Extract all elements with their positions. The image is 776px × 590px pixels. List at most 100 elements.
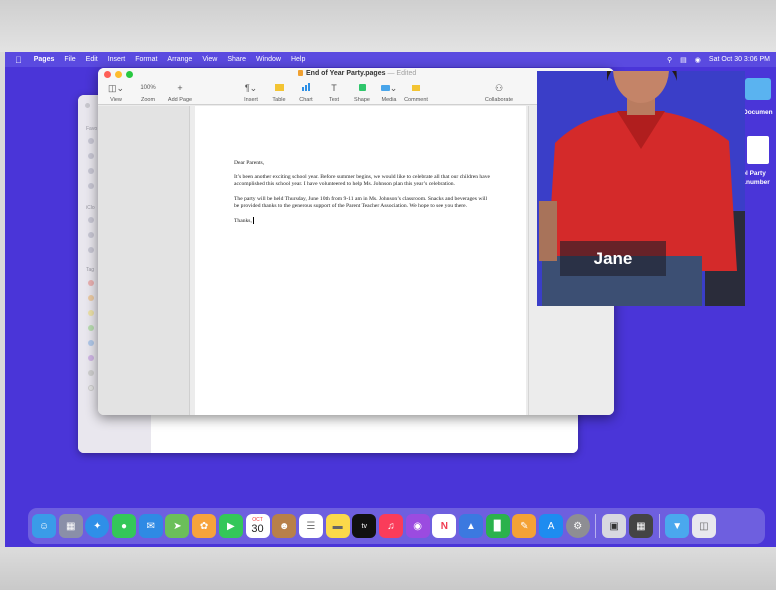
recents-icon[interactable] — [88, 153, 94, 159]
add-page-label: Add Page — [167, 97, 193, 103]
menu-file[interactable]: File — [64, 56, 75, 63]
all-tags-icon[interactable] — [88, 385, 94, 391]
numbers-file-icon[interactable] — [747, 136, 769, 164]
add-page-button[interactable]: + Add Page — [163, 82, 197, 103]
view-button[interactable]: ◫⌄ View — [99, 82, 133, 103]
letter-body[interactable]: Dear Parents, It’s been another exciting… — [234, 160, 492, 232]
menu-extras: ⚲ ▤ ◉ Sat Oct 30 3:06 PM — [667, 52, 770, 67]
dock-separator — [658, 514, 660, 538]
maps-app-icon[interactable]: ➤ — [165, 514, 190, 538]
mail-app-icon[interactable]: ✉ — [138, 514, 163, 538]
launchpad-app-icon[interactable]: ▦ — [58, 514, 83, 538]
comment-button[interactable]: Comment — [399, 82, 433, 103]
apple-tv-app-icon[interactable]: tv — [352, 514, 377, 538]
dock: ☺ ▦ ✦ ● ✉ ➤ ✿ ▶ OCT 30 ☻ ☰ ▬ tv ♫ ◉ N ▲ ▉… — [28, 508, 765, 544]
airdrop-icon[interactable] — [88, 138, 94, 144]
zoom-label: Zoom — [140, 97, 156, 103]
letter-paragraph-2: The party will be held Thursday, June 10… — [234, 195, 488, 209]
applications-icon[interactable] — [88, 168, 94, 174]
siri-icon[interactable]: ◉ — [695, 56, 701, 64]
keynote-app-icon[interactable]: ▲ — [459, 514, 483, 538]
menu-window[interactable]: Window — [256, 56, 281, 63]
calendar-app-icon[interactable]: OCT 30 — [245, 514, 270, 538]
zoom-button[interactable]: 100% Zoom — [131, 82, 165, 103]
documents-folder-label[interactable]: Documen — [743, 109, 773, 116]
tag-orange-icon[interactable] — [88, 295, 94, 301]
menu-share[interactable]: Share — [227, 56, 246, 63]
presenter-video: Jane — [537, 71, 745, 306]
menu-arrange[interactable]: Arrange — [167, 56, 192, 63]
tag-green-icon[interactable] — [88, 325, 94, 331]
contacts-app-icon[interactable]: ☻ — [272, 514, 297, 538]
minimize-button[interactable] — [115, 71, 122, 78]
tag-blue-icon[interactable] — [88, 340, 94, 346]
numbers-file-label-1[interactable]: ol Party — [742, 170, 766, 177]
letter-paragraph-1: It’s been another exciting school year. … — [234, 174, 490, 188]
numbers-app-icon[interactable]: ▉ — [485, 514, 510, 538]
view-label: View — [110, 97, 122, 103]
menu-pages[interactable]: Pages — [34, 56, 55, 63]
menu-bar:  Pages File Edit Insert Format Arrange … — [5, 52, 776, 67]
close-button[interactable] — [104, 71, 111, 78]
menu-help[interactable]: Help — [291, 56, 305, 63]
window-controls — [104, 71, 133, 78]
facetime-app-icon[interactable]: ▶ — [218, 514, 243, 538]
shared-icon[interactable] — [88, 232, 94, 238]
tag-purple-icon[interactable] — [88, 355, 94, 361]
dock-separator — [595, 514, 597, 538]
collaborate-label: Collaborate — [484, 97, 514, 103]
messages-app-icon[interactable]: ● — [112, 514, 137, 538]
zoom-window-button[interactable] — [126, 71, 133, 78]
frame-bottom — [0, 547, 776, 590]
documents-folder-icon[interactable] — [745, 78, 771, 100]
pages-app-icon[interactable]: ✎ — [512, 514, 537, 538]
zoom-value: 100% — [140, 85, 156, 91]
desktop-screen:  Pages File Edit Insert Format Arrange … — [5, 52, 776, 547]
finder-section-label: Favo — [86, 126, 98, 132]
notes-app-icon[interactable]: ▬ — [325, 514, 350, 538]
tag-gray-icon[interactable] — [88, 370, 94, 376]
tag-red-icon[interactable] — [88, 280, 94, 286]
podcasts-app-icon[interactable]: ◉ — [405, 514, 430, 538]
frame-top — [0, 0, 776, 52]
finder-section-label: iClo — [86, 205, 95, 211]
reminders-app-icon[interactable]: ☰ — [298, 514, 323, 538]
music-app-icon[interactable]: ♫ — [378, 514, 403, 538]
text-cursor — [252, 217, 254, 225]
menu-edit[interactable]: Edit — [86, 56, 98, 63]
calculator-app-icon[interactable]: ▦ — [628, 514, 653, 538]
close-button-inactive[interactable] — [85, 103, 90, 108]
edited-indicator[interactable]: — Edited — [387, 70, 416, 77]
system-preferences-app-icon[interactable]: ⚙ — [565, 514, 590, 538]
collaborate-button[interactable]: ⚇ Collaborate — [479, 82, 519, 103]
downloads-folder-icon[interactable]: ▼ — [665, 514, 690, 538]
safari-app-icon[interactable]: ✦ — [85, 514, 110, 538]
letter-closing: Thanks, — [234, 217, 252, 224]
tag-yellow-icon[interactable] — [88, 310, 94, 316]
spotlight-icon[interactable]: ⚲ — [667, 56, 672, 64]
page-thumbnails-pane — [98, 106, 190, 415]
menu-view[interactable]: View — [202, 56, 217, 63]
menu-clock[interactable]: Sat Oct 30 3:06 PM — [709, 56, 770, 63]
icloud-icon[interactable] — [88, 217, 94, 223]
desktop-icon[interactable] — [88, 183, 94, 189]
finder-app-icon[interactable]: ☺ — [32, 514, 56, 538]
document-title: End of Year Party.pages — Edited — [298, 70, 416, 77]
menu-insert[interactable]: Insert — [108, 56, 126, 63]
preview-app-icon[interactable]: ▣ — [602, 514, 627, 538]
comment-label: Comment — [404, 97, 428, 103]
menu-format[interactable]: Format — [135, 56, 157, 63]
presenter-name-tag: Jane — [560, 241, 666, 276]
document-page[interactable]: Dear Parents, It’s been another exciting… — [195, 106, 526, 415]
collaborate-icon: ⚇ — [494, 83, 504, 93]
view-icon: ◫⌄ — [107, 83, 125, 93]
plus-icon: + — [177, 83, 183, 93]
photos-app-icon[interactable]: ✿ — [192, 514, 217, 538]
numbers-file-label-2[interactable]: t.number — [742, 179, 770, 186]
news-app-icon[interactable]: N — [432, 514, 457, 538]
location-icon[interactable] — [88, 247, 94, 253]
apple-menu-icon[interactable]:  — [15, 55, 22, 65]
trash-icon[interactable]: ◫ — [691, 514, 716, 538]
app-store-app-icon[interactable]: A — [539, 514, 564, 538]
control-center-icon[interactable]: ▤ — [680, 56, 687, 64]
